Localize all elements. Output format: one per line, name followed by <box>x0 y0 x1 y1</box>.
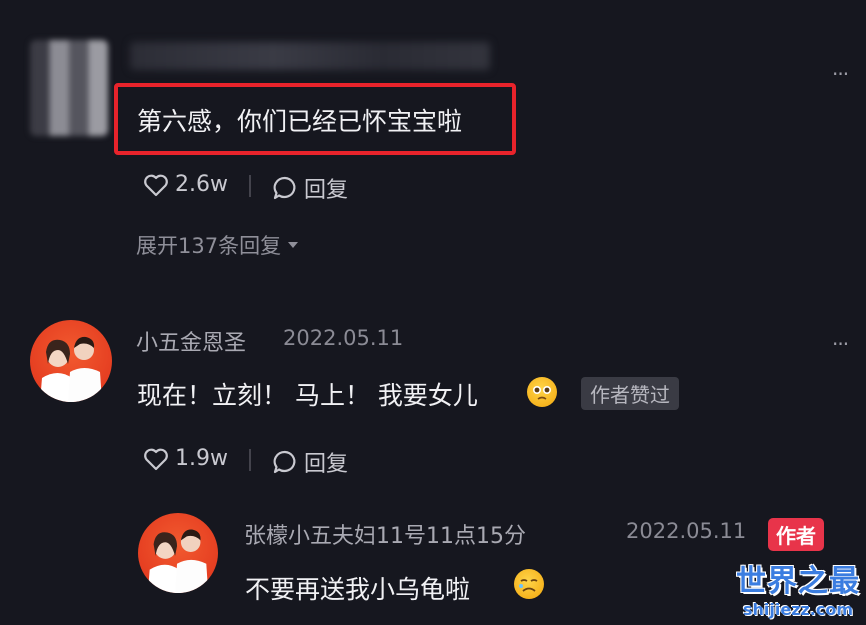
expand-replies-button[interactable]: 展开137条回复 <box>136 230 299 260</box>
heart-icon <box>144 174 168 196</box>
reply-label: 回复 <box>304 452 349 477</box>
more-dots-icon[interactable]: ··· <box>832 332 849 356</box>
comment-screen: ··· 第六感，你们已经已怀宝宝啦 2.6w 回复 展开137条回复 小五金恩圣… <box>0 0 866 625</box>
reply-button[interactable]: 回复 <box>272 446 348 478</box>
like-button[interactable]: 1.9w <box>143 446 228 471</box>
watermark-title: 世界之最 <box>736 564 860 599</box>
caret-down-icon <box>288 242 299 248</box>
like-count: 2.6w <box>175 172 228 197</box>
author-liked-badge: 作者赞过 <box>581 377 679 410</box>
reply-text: 不要再送我小乌龟啦 <box>245 575 471 604</box>
like-button[interactable]: 2.6w <box>143 172 228 197</box>
like-count: 1.9w <box>175 446 228 471</box>
author-badge: 作者 <box>768 518 824 551</box>
crying-face-emoji <box>514 569 544 599</box>
username[interactable]: 小五金恩圣 <box>136 325 246 357</box>
avatar[interactable] <box>30 320 112 402</box>
chat-bubble-icon <box>273 450 296 474</box>
reply-date: 2022.05.11 <box>626 519 747 543</box>
comment-text: 第六感，你们已经已怀宝宝啦 <box>137 107 463 136</box>
blurred-username <box>130 42 490 70</box>
divider <box>249 175 251 197</box>
pleading-face-emoji <box>527 377 557 407</box>
heart-icon <box>144 448 168 470</box>
reply-label: 回复 <box>304 178 349 203</box>
avatar[interactable] <box>138 513 218 593</box>
couple-avatar-image <box>40 336 102 402</box>
divider <box>249 449 251 471</box>
expand-replies-label: 展开137条回复 <box>136 234 282 258</box>
chat-bubble-icon <box>273 176 296 200</box>
more-dots-icon[interactable]: ··· <box>832 62 849 86</box>
reply-username[interactable]: 张檬小五夫妇11号11点15分 <box>244 518 526 550</box>
watermark-url: shijiezz.com <box>742 600 854 619</box>
comment-date: 2022.05.11 <box>283 326 404 350</box>
reply-button[interactable]: 回复 <box>272 172 348 204</box>
couple-avatar-image <box>147 529 209 593</box>
site-watermark: 世界之最 shijiezz.com <box>736 556 860 619</box>
blurred-avatar[interactable] <box>30 40 108 136</box>
comment-text: 现在！立刻！ 马上！ 我要女儿 <box>137 381 478 410</box>
